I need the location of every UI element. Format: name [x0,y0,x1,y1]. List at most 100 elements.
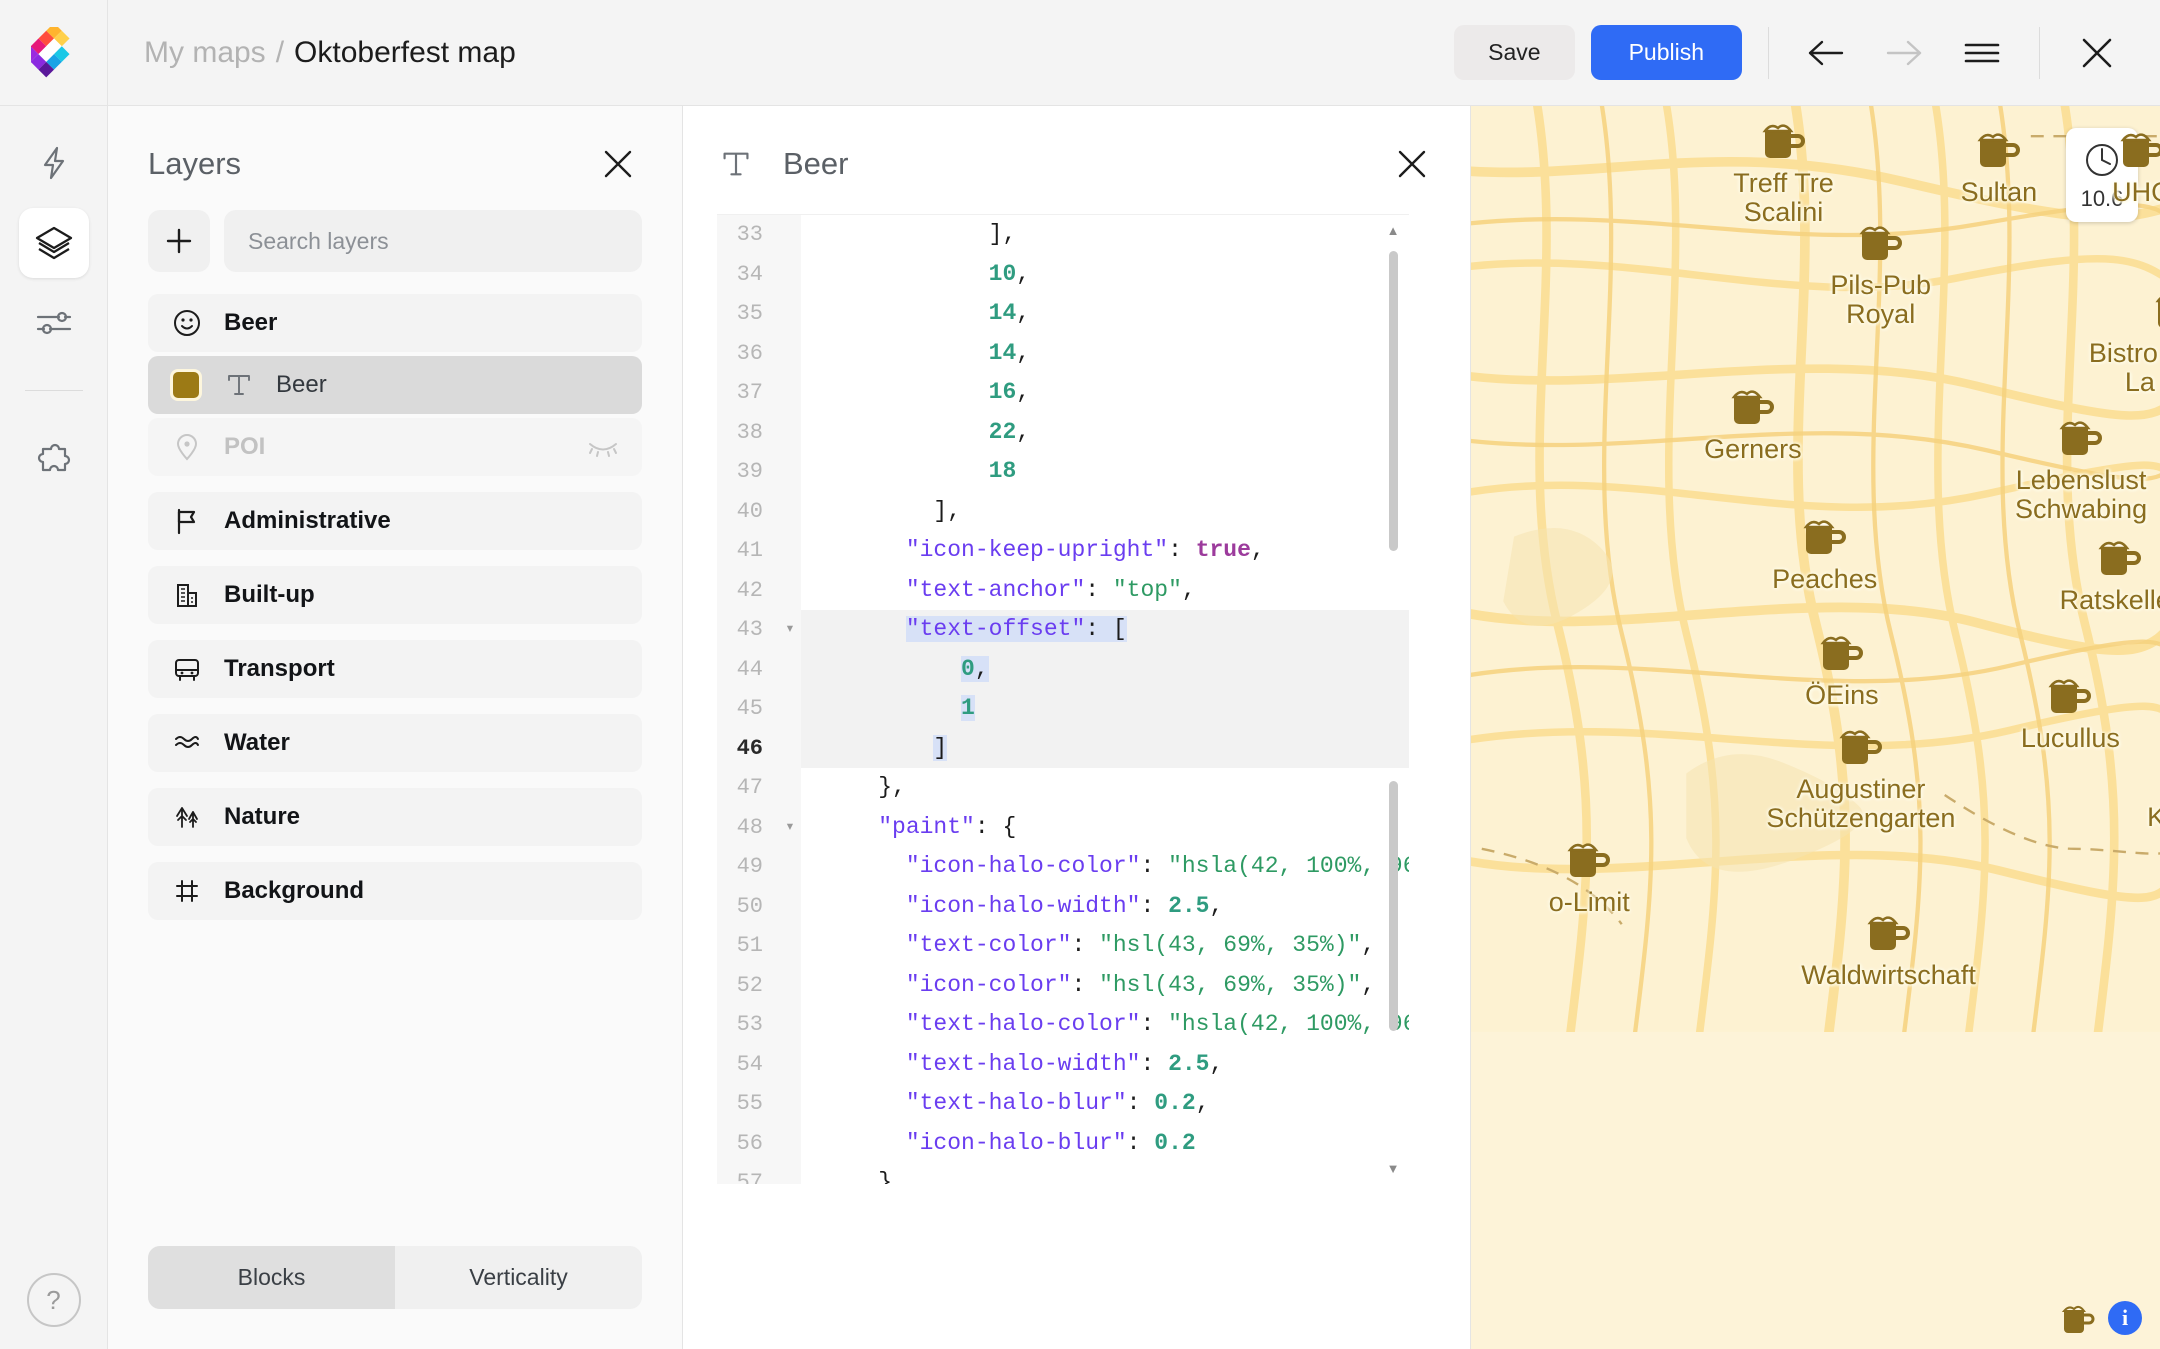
eye-off-icon[interactable] [586,430,620,464]
code-line[interactable]: 49 "icon-halo-color": "hsla(42, 100%, 96… [717,847,1409,887]
rail-item-settings[interactable] [19,288,89,358]
map-poi-marker[interactable]: Waldwirtschaft [1801,909,1976,990]
code-line[interactable]: 44 0, [717,649,1409,690]
tab-verticality[interactable]: Verticality [395,1246,642,1309]
breadcrumb-root[interactable]: My maps [144,36,266,70]
close-code-editor-button[interactable] [1388,140,1436,188]
code-text[interactable]: "icon-halo-width": 2.5, [801,887,1409,927]
layer-group-background[interactable]: Background [148,862,642,920]
code-text[interactable]: 16, [801,373,1409,413]
map-poi-marker[interactable]: Pils-Pub Royal [1830,219,1931,329]
scrollbar-track[interactable] [1387,251,1399,1147]
code-line[interactable]: 46 ] [717,728,1409,769]
code-line[interactable]: 42 "text-anchor": "top", [717,570,1409,611]
layer-group-water[interactable]: Water [148,714,642,772]
back-button[interactable] [1795,22,1857,84]
search-layers-input[interactable] [224,210,642,272]
scroll-down-arrow[interactable]: ▼ [1387,1161,1400,1176]
layer-group-transport[interactable]: Transport [148,640,642,698]
map-poi-marker[interactable]: Augustiner Schützengarten [1766,723,1955,833]
map-poi-marker[interactable]: Bistro TrattoriaLa Giara [2089,287,2160,397]
code-scrollbar[interactable]: ▲ ▼ [1387,223,1400,1176]
tab-blocks[interactable]: Blocks [148,1246,395,1309]
map-poi-marker[interactable]: Kulisse [2147,751,2160,832]
code-text[interactable]: "icon-keep-upright": true, [801,531,1409,571]
code-line[interactable]: 57 }, [717,1163,1409,1184]
code-text[interactable]: 22, [801,413,1409,453]
code-line[interactable]: 48 ▾ "paint": { [717,807,1409,848]
map-poi-marker[interactable]: Treff Tre Scalini [1733,117,1834,227]
code-text[interactable]: ], [801,215,1409,255]
forward-button[interactable] [1873,22,1935,84]
code-line[interactable]: 51 "text-color": "hsl(43, 69%, 35%)", [717,926,1409,966]
layer-color-swatch[interactable] [170,369,202,401]
code-line[interactable]: 50 "icon-halo-width": 2.5, [717,886,1409,927]
code-text[interactable]: 10, [801,255,1409,295]
map-poi-marker[interactable]: ÖEins [1805,629,1879,710]
menu-button[interactable] [1951,22,2013,84]
code-text[interactable]: "text-offset": [ [801,610,1409,650]
layer-group-beer[interactable]: Beer [148,294,642,352]
map-poi-marker[interactable]: Gerners [1704,383,1802,464]
map-poi-marker[interactable]: o-Limit [1549,836,1630,917]
code-text[interactable]: "icon-halo-blur": 0.2 [801,1124,1409,1164]
rail-item-plugins[interactable] [19,423,89,493]
code-text[interactable]: "icon-halo-color": "hsla(42, 100%, 96% [801,847,1409,887]
rail-item-layers[interactable] [18,208,89,278]
code-text[interactable]: "text-halo-blur": 0.2, [801,1084,1409,1124]
code-text[interactable]: ] [801,729,1409,769]
map-poi-marker[interactable]: Lucullus [2021,672,2120,753]
code-area[interactable]: 33 ], 34 10, 35 14, 36 14, 37 16, 38 22, 39 18… [717,214,1409,1184]
help-button[interactable]: ? [26,1273,81,1327]
code-text[interactable]: 14, [801,294,1409,334]
map-poi-marker[interactable]: Sultan [1961,126,2037,207]
code-lines[interactable]: 33 ], 34 10, 35 14, 36 14, 37 16, 38 22, 39 18… [717,215,1409,1184]
code-line[interactable]: 38 22, [717,412,1409,453]
layer-group-poi[interactable]: POI [148,418,642,476]
code-text[interactable]: 14, [801,334,1409,374]
layer-group-administrative[interactable]: Administrative [148,492,642,550]
map-poi-marker[interactable]: Ratskeller [2060,534,2160,615]
code-line[interactable]: 36 14, [717,333,1409,374]
layer-group-nature[interactable]: Nature [148,788,642,846]
code-text[interactable]: "text-halo-color": "hsla(42, 100%, 96% [801,1005,1409,1045]
save-button[interactable]: Save [1454,25,1575,80]
code-line[interactable]: 41 "icon-keep-upright": true, [717,531,1409,571]
breadcrumb-current[interactable]: Oktoberfest map [294,36,516,70]
close-layers-panel-button[interactable] [594,140,642,188]
layer-group-built-up[interactable]: Built-up [148,566,642,624]
map-poi-marker[interactable]: UHG [2112,126,2160,207]
code-line[interactable]: 54 "text-halo-width": 2.5, [717,1044,1409,1084]
code-line[interactable]: 33 ], [717,215,1409,255]
code-text[interactable]: 1 [801,689,1409,729]
code-line[interactable]: 37 16, [717,373,1409,413]
code-text[interactable]: "text-color": "hsl(43, 69%, 35%)", [801,926,1409,966]
code-text[interactable]: }, [801,768,1409,808]
code-text[interactable]: }, [801,1163,1409,1184]
code-line[interactable]: 45 1 [717,689,1409,729]
info-icon[interactable]: i [2108,1301,2142,1335]
code-line[interactable]: 53 "text-halo-color": "hsla(42, 100%, 96… [717,1005,1409,1045]
close-editor-button[interactable] [2066,22,2128,84]
publish-button[interactable]: Publish [1590,25,1742,80]
code-text[interactable]: "text-anchor": "top", [801,571,1409,611]
fold-toggle-icon[interactable]: ▾ [779,807,801,847]
rail-item-lightning[interactable] [19,128,89,198]
code-text[interactable]: 0, [801,650,1409,690]
map-poi-marker[interactable]: Peaches [1772,513,1877,594]
code-text[interactable]: ], [801,492,1409,532]
code-text[interactable]: "paint": { [801,808,1409,848]
scrollbar-thumb-top[interactable] [1389,251,1398,551]
code-line[interactable]: 43 ▾ "text-offset": [ [717,610,1409,650]
map-poi-marker[interactable]: Lebenslust Schwabing [2015,414,2147,524]
code-line[interactable]: 39 18 [717,452,1409,492]
code-line[interactable]: 52 "icon-color": "hsl(43, 69%, 35%)", [717,965,1409,1005]
fold-toggle-icon[interactable]: ▾ [779,610,801,650]
add-layer-button[interactable] [148,210,210,272]
app-logo[interactable] [0,0,108,106]
map-viewport[interactable]: 10.6 i Treff TreScalini Sultan UHG [1471,106,2160,1349]
code-line[interactable]: 47 }, [717,768,1409,808]
code-line[interactable]: 34 10, [717,254,1409,295]
scrollbar-thumb[interactable] [1389,781,1398,1031]
code-line[interactable]: 35 14, [717,294,1409,334]
